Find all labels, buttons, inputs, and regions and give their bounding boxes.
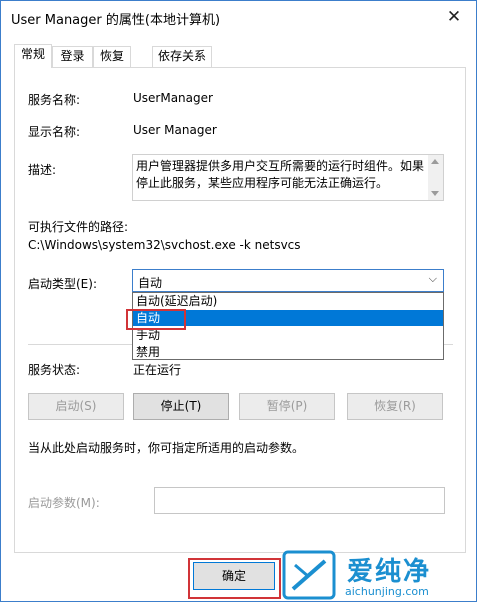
tab-general[interactable]: 常规: [14, 44, 52, 68]
stop-button[interactable]: 停止(T): [133, 393, 229, 420]
start-params-label: 启动参数(M):: [28, 496, 100, 510]
watermark: 爱纯净 aichunjing.com: [281, 547, 477, 602]
start-button[interactable]: 启动(S): [28, 393, 124, 420]
service-name-value: UserManager: [133, 91, 213, 105]
startup-type-select[interactable]: 自动 ⌵: [132, 269, 444, 292]
service-status-value: 正在运行: [133, 363, 182, 377]
start-params-hint: 当从此处启动服务时，你可指定所适用的启动参数。: [28, 441, 305, 455]
display-name-label: 显示名称:: [28, 125, 81, 139]
exe-path-value: C:\Windows\system32\svchost.exe -k netsv…: [28, 238, 301, 252]
display-name-value: User Manager: [133, 123, 217, 137]
chevron-down-icon: ⌵: [428, 272, 437, 285]
startup-option-auto-delayed[interactable]: 自动(延迟启动): [133, 293, 443, 309]
service-properties-dialog: User Manager 的属性(本地计算机) ✕ 常规 登录 恢复 依存关系 …: [0, 0, 477, 602]
close-icon[interactable]: ✕: [444, 7, 464, 27]
pause-button[interactable]: 暂停(P): [239, 393, 335, 420]
resume-button[interactable]: 恢复(R): [347, 393, 443, 420]
tab-logon[interactable]: 登录: [52, 46, 93, 67]
startup-option-disabled[interactable]: 禁用: [133, 344, 443, 360]
title-bar[interactable]: User Manager 的属性(本地计算机) ✕: [1, 1, 476, 34]
watermark-url: aichunjing.com: [345, 585, 429, 598]
description-label: 描述:: [28, 163, 57, 177]
general-panel: 服务名称: UserManager 显示名称: User Manager 描述:…: [14, 67, 466, 553]
description-box[interactable]: 用户管理器提供多用户交互所需要的运行时组件。如果停止此服务，某些应用程序可能无法…: [132, 154, 444, 201]
scroll-up-icon[interactable]: [431, 159, 439, 164]
tab-recovery[interactable]: 恢复: [93, 46, 131, 67]
description-scrollbar[interactable]: [428, 155, 443, 200]
window-title: User Manager 的属性(本地计算机): [11, 13, 221, 28]
watermark-text: 爱纯净: [347, 557, 432, 587]
startup-type-label: 启动类型(E):: [28, 277, 97, 291]
highlight-box-ok: [188, 558, 281, 599]
scroll-down-icon[interactable]: [431, 191, 439, 196]
service-name-label: 服务名称:: [28, 93, 81, 107]
tab-dependencies[interactable]: 依存关系: [152, 46, 212, 67]
startup-type-selected-value: 自动: [138, 276, 163, 290]
service-status-label: 服务状态:: [28, 363, 81, 377]
exe-path-label: 可执行文件的路径:: [28, 220, 129, 234]
watermark-logo-icon: [282, 550, 336, 600]
description-text: 用户管理器提供多用户交互所需要的运行时组件。如果停止此服务，某些应用程序可能无法…: [136, 159, 425, 190]
highlight-box-auto: [126, 309, 186, 330]
start-params-input[interactable]: [154, 487, 445, 514]
